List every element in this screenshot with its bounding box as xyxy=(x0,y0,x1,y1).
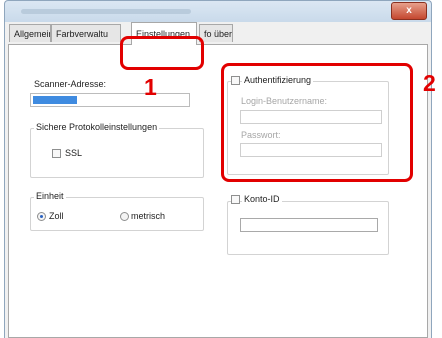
account-id-input[interactable] xyxy=(240,218,378,232)
scanner-address-input[interactable] xyxy=(30,93,190,107)
tab-label: Farbverwaltu xyxy=(56,29,109,39)
ssl-label: SSL xyxy=(65,148,83,158)
window-title-blurred xyxy=(21,9,191,14)
unit-inch-label: Zoll xyxy=(49,211,64,221)
scanner-address-selection xyxy=(33,96,77,104)
close-icon[interactable]: x xyxy=(406,5,412,16)
unit-metric-radio[interactable] xyxy=(120,212,129,221)
tab-info[interactable]: fo über xyxy=(199,24,233,42)
unit-title: Einheit xyxy=(34,191,66,201)
tab-farbverwaltung[interactable]: Farbverwaltu xyxy=(51,24,121,42)
secure-protocol-title: Sichere Protokolleinstellungen xyxy=(34,122,160,132)
scanner-address-label: Scanner-Adresse: xyxy=(34,79,107,89)
annotation-marker-2 xyxy=(221,63,413,182)
unit-inch-radio[interactable] xyxy=(37,212,46,221)
ssl-checkbox[interactable] xyxy=(52,149,61,158)
tab-allgemein[interactable]: Allgemein xyxy=(9,24,51,42)
tab-label: fo über xyxy=(204,29,233,39)
unit-metric-label: metrisch xyxy=(131,211,166,221)
title-bar: x xyxy=(4,0,432,23)
tab-label: Allgemein xyxy=(14,29,51,39)
account-id-checkbox[interactable] xyxy=(231,195,240,204)
annotation-number-2: 2 xyxy=(423,70,436,96)
close-button[interactable]: x xyxy=(391,2,427,20)
annotation-marker-1 xyxy=(120,36,204,70)
annotation-number-1: 1 xyxy=(144,74,157,100)
account-id-label: Konto-ID xyxy=(242,194,282,204)
